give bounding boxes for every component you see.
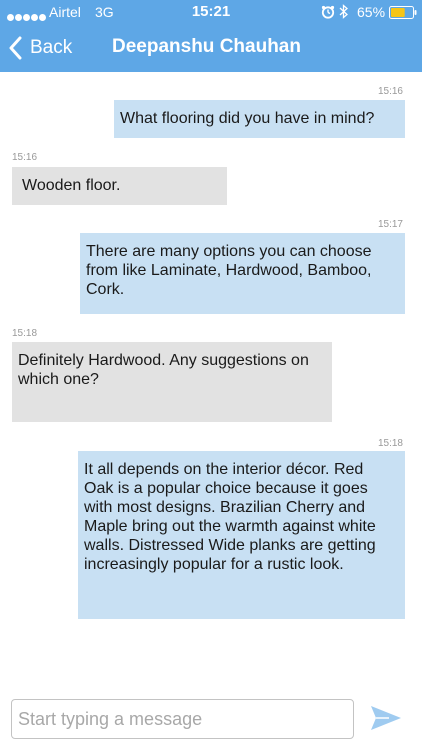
outgoing-message-bubble: What flooring did you have in mind? — [114, 100, 405, 138]
send-button[interactable] — [366, 702, 406, 736]
incoming-message-bubble: Definitely Hardwood. Any suggestions on … — [12, 342, 332, 422]
message-line: Oak is a popular choice because it goes — [84, 480, 368, 497]
message-line: What flooring did you have in mind? — [120, 110, 375, 127]
message-line: Definitely Hardwood. Any suggestions on — [18, 352, 309, 369]
message-line: It all depends on the interior décor. Re… — [84, 461, 364, 478]
chevron-left-icon — [9, 36, 22, 60]
message-line: walls. Distressed Wide planks are gettin… — [84, 537, 376, 554]
message-composer — [0, 690, 422, 750]
message-line: There are many options you can choose — [86, 243, 372, 260]
message-list[interactable]: 15:16 What flooring did you have in mind… — [0, 72, 422, 688]
message-timestamp: 15:18 — [12, 328, 38, 339]
message-timestamp: 15:17 — [377, 219, 403, 230]
message-line: Cork. — [86, 281, 125, 298]
message-line: which one? — [18, 371, 99, 388]
message-line: Maple bring out the warmth against white — [84, 518, 376, 535]
message-timestamp: 15:16 — [12, 152, 38, 163]
navigation-bar: Back Deepanshu Chauhan — [0, 24, 422, 72]
alarm-icon — [321, 5, 335, 19]
app-header: Airtel 3G 15:21 65% Back Deepanshu Chauh… — [0, 0, 422, 72]
message-timestamp: 15:18 — [377, 438, 403, 449]
message-timestamp: 15:16 — [377, 86, 403, 97]
bluetooth-icon — [339, 4, 348, 19]
back-label: Back — [30, 37, 73, 58]
message-line: increasingly popular for a rustic look. — [84, 556, 344, 573]
battery-percentage: 65% — [357, 4, 386, 20]
message-line: with most designs. Brazilian Cherry and — [84, 499, 366, 516]
outgoing-message-bubble: There are many options you can choose fr… — [80, 233, 405, 314]
send-icon — [371, 705, 401, 730]
message-line: Wooden floor. — [22, 177, 121, 194]
conversation-title: Deepanshu Chauhan — [112, 36, 301, 57]
back-button[interactable]: Back — [8, 34, 72, 62]
message-line: from like Laminate, Hardwood, Bamboo, — [86, 262, 372, 279]
status-bar: Airtel 3G 15:21 65% — [0, 0, 422, 24]
battery-icon — [389, 6, 417, 19]
incoming-message-bubble: Wooden floor. — [12, 167, 227, 205]
message-input[interactable] — [11, 699, 354, 739]
outgoing-message-bubble: It all depends on the interior décor. Re… — [78, 451, 405, 619]
